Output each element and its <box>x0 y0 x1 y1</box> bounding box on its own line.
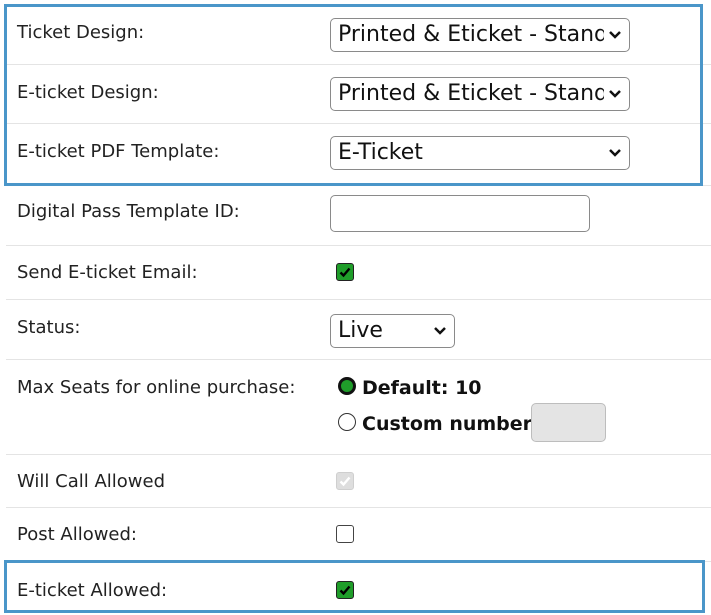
max-seats-default-label: Default: 10 <box>362 377 482 399</box>
send-eticket-email-checkbox[interactable] <box>336 263 354 281</box>
eticket-design-label: E-ticket Design: <box>17 82 159 103</box>
status-value: Live <box>338 318 383 343</box>
max-seats-custom-label: Custom number: <box>362 413 540 435</box>
digital-pass-template-id-input[interactable] <box>330 195 590 232</box>
ticket-design-select[interactable]: Printed & Eticket - Standard <box>330 18 630 52</box>
row-send-eticket-email: Send E-ticket Email: <box>6 246 711 300</box>
max-seats-label: Max Seats for online purchase: <box>17 377 296 398</box>
check-icon <box>339 267 351 278</box>
max-seats-default-radio[interactable] <box>338 377 356 395</box>
ticket-design-value: Printed & Eticket - Standard <box>338 22 604 47</box>
check-icon <box>339 585 351 596</box>
row-post-allowed: Post Allowed: <box>6 508 711 562</box>
eticket-allowed-checkbox[interactable] <box>336 581 354 599</box>
status-label: Status: <box>17 317 81 338</box>
status-select[interactable]: Live <box>330 314 455 348</box>
row-eticket-allowed: E-ticket Allowed: <box>6 562 711 615</box>
chevron-down-icon <box>609 90 621 98</box>
eticket-pdf-template-select[interactable]: E-Ticket <box>330 136 630 170</box>
max-seats-custom-input[interactable] <box>531 403 606 442</box>
send-eticket-email-label: Send E-ticket Email: <box>17 262 198 283</box>
max-seats-custom-radio[interactable] <box>338 413 356 431</box>
row-ticket-design: Ticket Design: Printed & Eticket - Stand… <box>6 4 711 65</box>
row-status: Status: Live <box>6 300 711 360</box>
eticket-pdf-template-label: E-ticket PDF Template: <box>17 141 220 162</box>
eticket-allowed-label: E-ticket Allowed: <box>17 580 168 601</box>
row-eticket-design: E-ticket Design: Printed & Eticket - Sta… <box>6 65 711 124</box>
post-allowed-checkbox[interactable] <box>336 525 354 543</box>
post-allowed-label: Post Allowed: <box>17 524 137 545</box>
digital-pass-template-id-label: Digital Pass Template ID: <box>17 201 240 222</box>
will-call-allowed-label: Will Call Allowed <box>17 471 165 492</box>
row-will-call-allowed: Will Call Allowed <box>6 455 711 508</box>
eticket-design-value: Printed & Eticket - Standard <box>338 81 604 106</box>
row-max-seats: Max Seats for online purchase: Default: … <box>6 360 711 455</box>
eticket-pdf-template-value: E-Ticket <box>338 140 423 165</box>
row-digital-pass-template-id: Digital Pass Template ID: <box>6 186 711 246</box>
chevron-down-icon <box>434 327 446 335</box>
ticket-design-label: Ticket Design: <box>17 22 145 43</box>
check-icon <box>339 476 351 487</box>
row-eticket-pdf-template: E-ticket PDF Template: E-Ticket <box>6 124 711 186</box>
chevron-down-icon <box>609 31 621 39</box>
will-call-allowed-checkbox[interactable] <box>336 472 354 490</box>
chevron-down-icon <box>609 149 621 157</box>
eticket-design-select[interactable]: Printed & Eticket - Standard <box>330 77 630 111</box>
